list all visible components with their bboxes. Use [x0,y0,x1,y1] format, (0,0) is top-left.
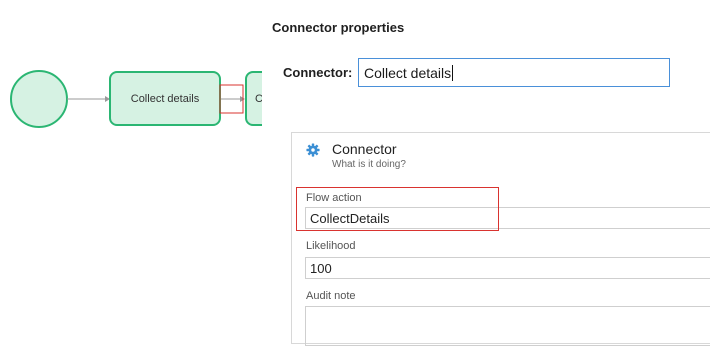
panel-title: Connector [332,141,397,157]
connector-name-label: Connector: [283,65,353,80]
flow-action-input[interactable]: CollectDetails [305,207,710,229]
panel-subtitle: What is it doing? [332,159,406,170]
audit-note-input[interactable] [305,306,710,346]
connector-name-input[interactable]: Collect details [358,58,670,87]
text-cursor [452,64,454,81]
properties-title: Connector properties [272,20,405,35]
audit-note-label: Audit note [306,290,356,302]
connector-name-value: Collect details [364,64,452,81]
likelihood-value: 100 [310,260,332,276]
connector-panel: Connector What is it doing? Flow action … [291,132,710,346]
likelihood-label: Likelihood [306,240,356,252]
task-label: Collect details [130,92,200,105]
likelihood-input[interactable]: 100 [305,257,710,279]
gear-icon [306,143,320,157]
start-event-shape[interactable] [10,70,68,128]
flow-canvas [10,70,262,128]
next-task-label: C [255,92,262,105]
flow-diagram: Collect details C [0,0,262,328]
flow-action-value: CollectDetails [310,210,390,226]
flow-action-label: Flow action [306,192,362,204]
